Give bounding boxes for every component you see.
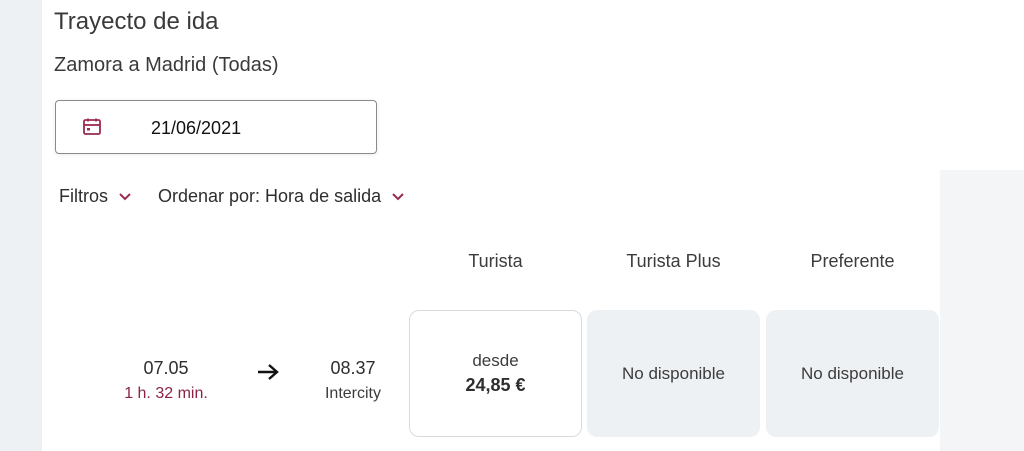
fare-turista[interactable]: desde 24,85 € (409, 310, 582, 437)
right-gutter (940, 170, 1024, 451)
calendar-icon (83, 118, 101, 135)
date-value: 21/06/2021 (151, 118, 242, 138)
column-header-preferente: Preferente (810, 251, 895, 271)
route-subtitle: Zamora a Madrid (Todas) (54, 54, 279, 76)
left-gutter (0, 0, 42, 451)
fare-price: 24,85 € (465, 375, 526, 395)
column-header-turista: Turista (468, 251, 523, 271)
fare-preferente: No disponible (766, 310, 939, 437)
filters-dropdown[interactable]: Filtros (59, 186, 132, 207)
chevron-down-icon (119, 192, 131, 200)
page-title: Trayecto de ida (54, 8, 219, 35)
arrow-right-icon (258, 364, 279, 380)
arrival-time: 08.37 (330, 358, 376, 378)
fare-status: No disponible (800, 363, 904, 383)
trip-duration: 1 h. 32 min. (124, 385, 208, 402)
train-type: Intercity (324, 385, 381, 402)
departure-time: 07.05 (143, 358, 189, 378)
filters-label: Filtros (59, 186, 108, 206)
date-picker[interactable]: 21/06/2021 (55, 100, 377, 154)
sort-label: Ordenar por: Hora de salida (158, 186, 382, 206)
column-header-turista-plus: Turista Plus (626, 251, 721, 271)
page: Trayecto de ida Zamora a Madrid (Todas) … (0, 0, 1024, 451)
fare-status: No disponible (621, 363, 725, 383)
fare-from-label: desde (472, 351, 519, 370)
chevron-down-icon (392, 192, 404, 200)
fare-turista-plus: No disponible (587, 310, 760, 437)
sort-dropdown[interactable]: Ordenar por: Hora de salida (158, 186, 405, 207)
